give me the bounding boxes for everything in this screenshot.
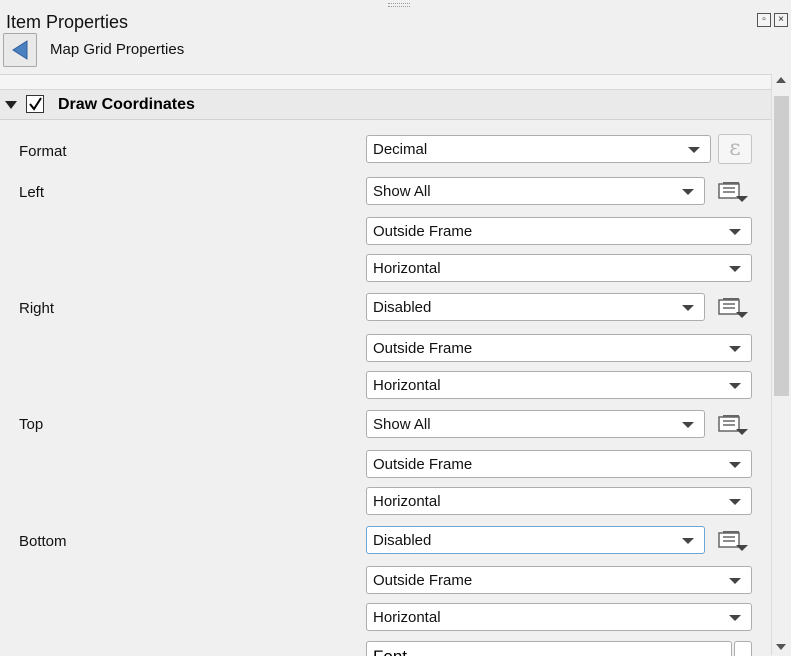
right-direction-combo[interactable]: Horizontal [366, 371, 752, 399]
chevron-down-icon [729, 578, 741, 584]
bottom-label: Bottom [19, 533, 67, 550]
chevron-down-icon [682, 189, 694, 195]
top-display-value: Show All [373, 416, 431, 433]
right-label: Right [19, 300, 55, 317]
data-defined-override-icon [718, 415, 748, 435]
format-combo[interactable]: Decimal [366, 135, 711, 163]
bottom-display-value: Disabled [373, 532, 432, 549]
bottom-direction-value: Horizontal [373, 609, 441, 626]
top-display-combo[interactable]: Show All [366, 410, 705, 438]
draw-coordinates-label: Draw Coordinates [58, 96, 195, 113]
right-data-defined-button[interactable] [714, 292, 754, 322]
left-display-value: Show All [373, 183, 431, 200]
properties-content: Draw Coordinates Format Decimal ε Left S… [0, 74, 771, 656]
top-label: Top [19, 416, 44, 433]
right-display-combo[interactable]: Disabled [366, 293, 705, 321]
back-arrow-icon [12, 40, 28, 60]
dock-grip[interactable] [388, 3, 410, 7]
right-position-combo[interactable]: Outside Frame [366, 334, 752, 362]
format-label: Format [19, 143, 67, 160]
draw-coordinates-group-header: Draw Coordinates [0, 90, 771, 120]
bottom-data-defined-button[interactable] [714, 525, 754, 555]
font-button[interactable]: Font [366, 641, 732, 656]
left-data-defined-button[interactable] [714, 176, 754, 206]
scroll-down-icon[interactable] [776, 644, 786, 650]
bottom-display-combo[interactable]: Disabled [366, 526, 705, 554]
expression-button[interactable]: ε [718, 134, 752, 164]
font-menu-button[interactable] [734, 641, 752, 656]
right-direction-value: Horizontal [373, 377, 441, 394]
top-position-combo[interactable]: Outside Frame [366, 450, 752, 478]
left-display-combo[interactable]: Show All [366, 177, 705, 205]
panel-title: Map Grid Properties [50, 41, 185, 58]
bottom-position-combo[interactable]: Outside Frame [366, 566, 752, 594]
chevron-down-icon [688, 147, 700, 153]
checkmark-icon [29, 97, 42, 111]
format-value: Decimal [373, 141, 428, 158]
chevron-down-icon [729, 383, 741, 389]
chevron-down-icon [729, 499, 741, 505]
bottom-direction-combo[interactable]: Horizontal [366, 603, 752, 631]
window-title: Item Properties [6, 12, 129, 32]
scroll-up-icon[interactable] [776, 77, 786, 83]
chevron-down-icon [729, 229, 741, 235]
close-icon[interactable]: × [774, 13, 788, 27]
data-defined-override-icon [718, 298, 748, 318]
right-display-value: Disabled [373, 299, 432, 316]
data-defined-override-icon [718, 182, 748, 202]
epsilon-icon: ε [729, 136, 741, 161]
chevron-down-icon [729, 462, 741, 468]
triangle-down-icon[interactable] [4, 100, 18, 110]
chevron-down-icon [729, 266, 741, 272]
vertical-scrollbar[interactable] [771, 74, 791, 655]
left-label: Left [19, 184, 45, 201]
draw-coordinates-checkbox[interactable] [26, 95, 44, 113]
chevron-down-icon [729, 346, 741, 352]
left-direction-value: Horizontal [373, 260, 441, 277]
previous-section-strip [0, 75, 771, 90]
bottom-position-value: Outside Frame [373, 572, 473, 589]
float-window-icon[interactable]: ▫ [757, 13, 771, 27]
top-direction-value: Horizontal [373, 493, 441, 510]
right-position-value: Outside Frame [373, 340, 473, 357]
chevron-down-icon [682, 422, 694, 428]
scroll-thumb[interactable] [774, 96, 789, 396]
left-position-value: Outside Frame [373, 223, 473, 240]
chevron-down-icon [682, 305, 694, 311]
left-position-combo[interactable]: Outside Frame [366, 217, 752, 245]
back-button[interactable] [3, 33, 37, 67]
top-direction-combo[interactable]: Horizontal [366, 487, 752, 515]
top-data-defined-button[interactable] [714, 409, 754, 439]
left-direction-combo[interactable]: Horizontal [366, 254, 752, 282]
top-position-value: Outside Frame [373, 456, 473, 473]
chevron-down-icon [682, 538, 694, 544]
chevron-down-icon [729, 615, 741, 621]
data-defined-override-icon [718, 531, 748, 551]
